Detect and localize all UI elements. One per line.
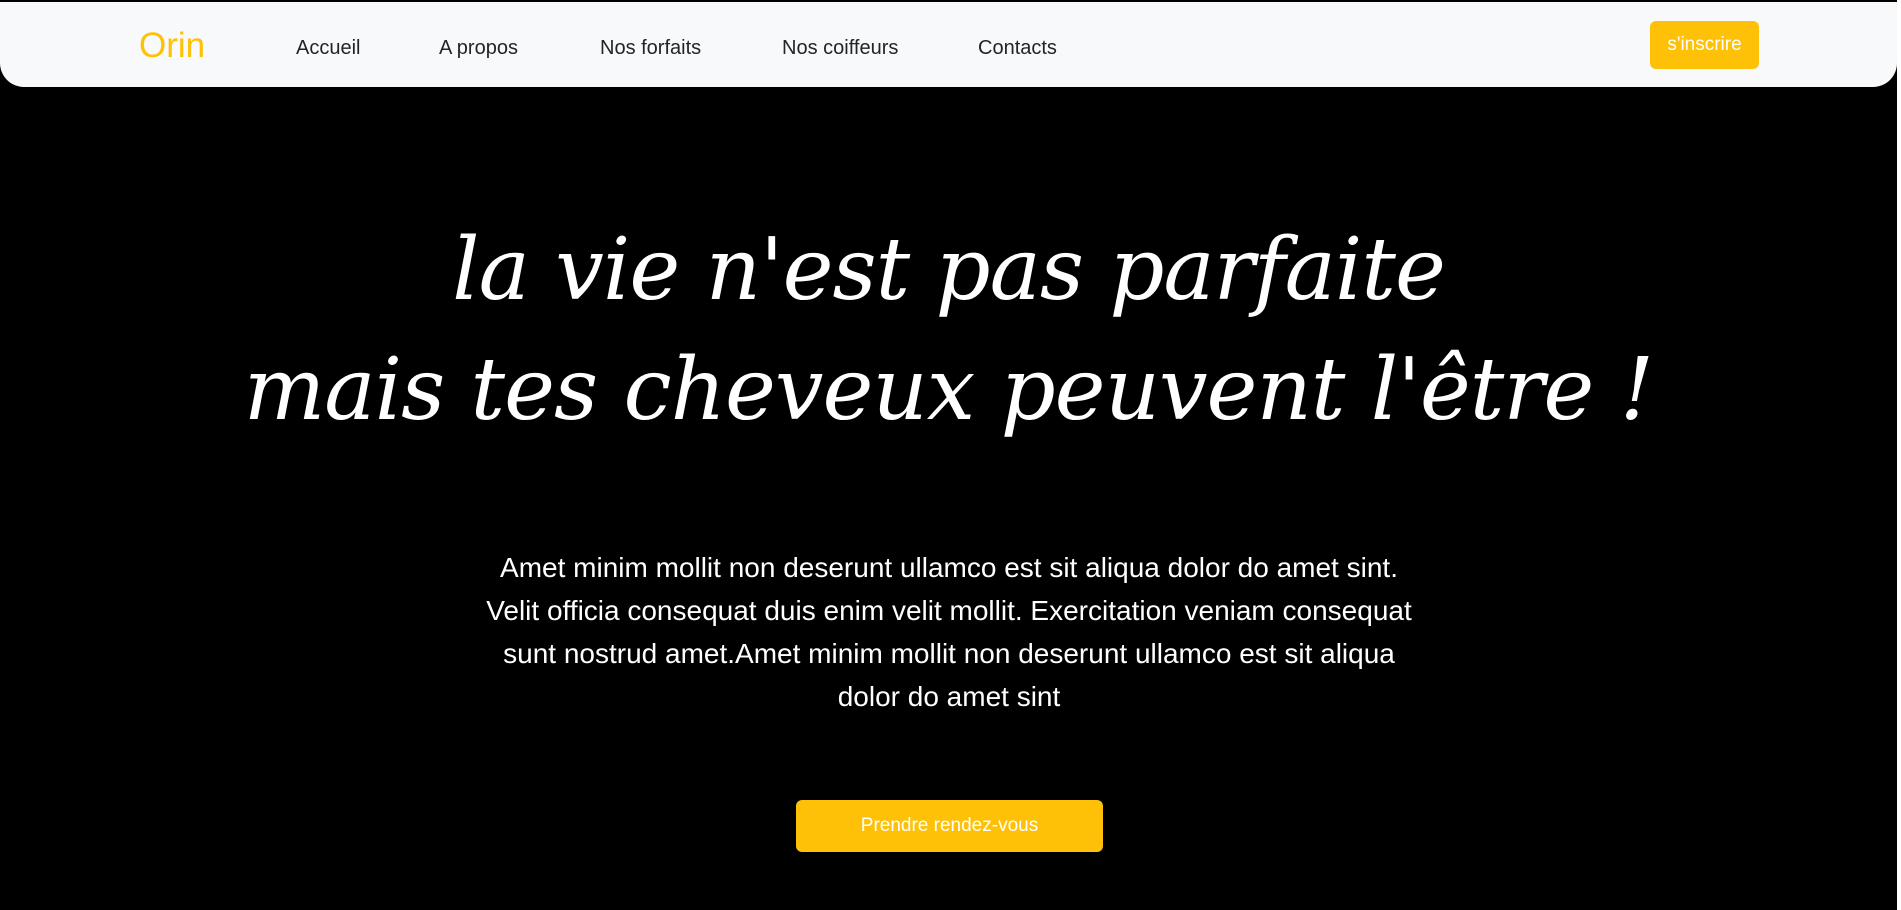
nav-item-contacts: Contacts bbox=[978, 34, 1057, 62]
navbar: Orin Accueil A propos Nos forfaits Nos c… bbox=[0, 2, 1897, 87]
nav-link-contacts[interactable]: Contacts bbox=[978, 37, 1057, 59]
brand-logo[interactable]: Orin bbox=[139, 26, 205, 66]
nav-item-nos-coiffeurs: Nos coiffeurs bbox=[782, 34, 898, 62]
window-edge bbox=[1897, 0, 1901, 910]
hero-title: la vie n'est pas parfaite mais tes cheve… bbox=[0, 210, 1897, 450]
nav-item-nos-forfaits: Nos forfaits bbox=[600, 34, 701, 62]
hero-title-line-1: la vie n'est pas parfaite bbox=[452, 220, 1446, 320]
nav-link-label: Nos coiffeurs bbox=[782, 37, 899, 59]
nav-link-label: Nos forfaits bbox=[600, 37, 702, 59]
nav-link-label: Accueil bbox=[296, 37, 361, 59]
nav-item-a-propos: A propos bbox=[439, 34, 518, 62]
signup-button[interactable]: s'inscrire bbox=[1650, 21, 1759, 69]
hero-title-line-2: mais tes cheveux peuvent l'être ! bbox=[243, 340, 1654, 440]
hero-paragraph: Amet minim mollit non deserunt ullamco e… bbox=[486, 552, 1412, 712]
nav-item-accueil: Accueil bbox=[296, 34, 360, 62]
nav-link-accueil[interactable]: Accueil bbox=[296, 37, 360, 59]
page: Orin Accueil A propos Nos forfaits Nos c… bbox=[0, 0, 1897, 910]
nav-link-nos-forfaits[interactable]: Nos forfaits bbox=[600, 37, 701, 59]
book-appointment-button[interactable]: Prendre rendez-vous bbox=[796, 800, 1103, 852]
nav-link-nos-coiffeurs[interactable]: Nos coiffeurs bbox=[782, 37, 898, 59]
nav-link-label: Contacts bbox=[978, 37, 1057, 59]
nav-link-a-propos[interactable]: A propos bbox=[439, 37, 518, 59]
nav-link-label: A propos bbox=[439, 37, 518, 59]
